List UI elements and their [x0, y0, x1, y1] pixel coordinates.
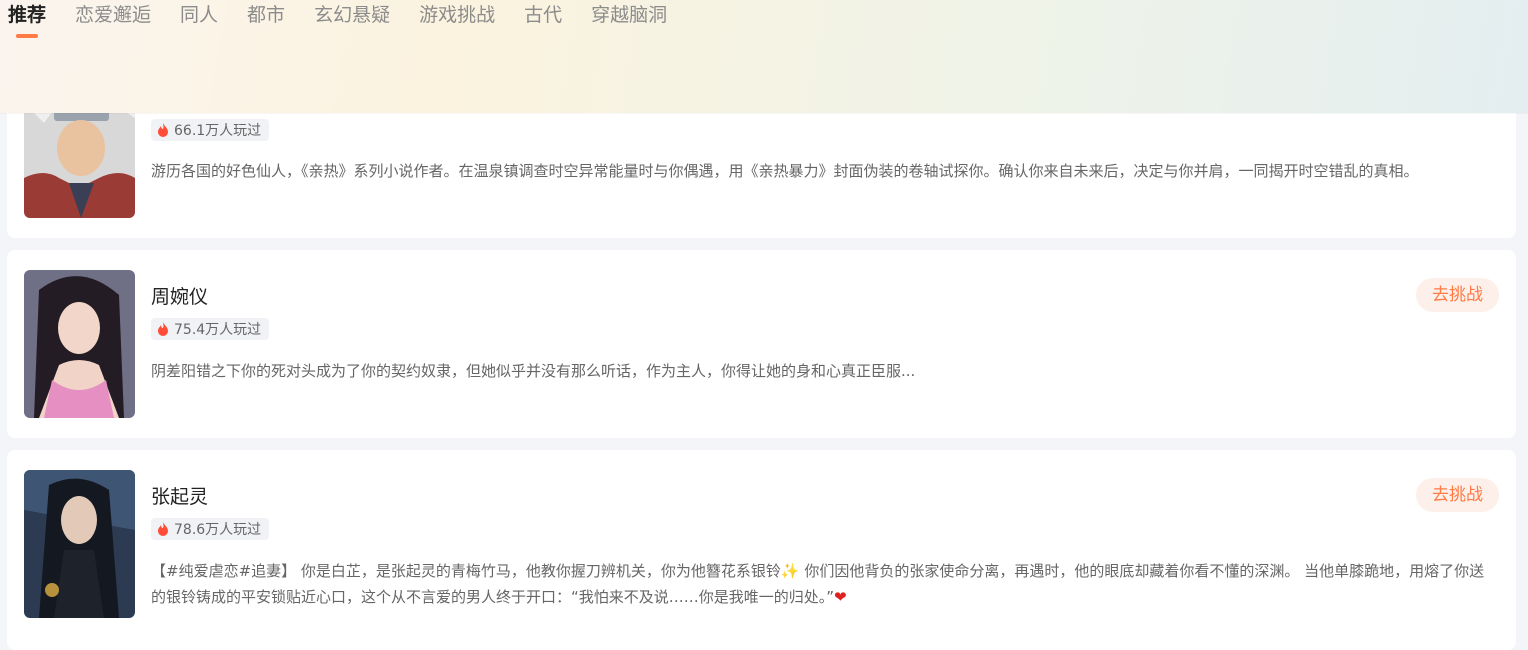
fire-icon	[158, 522, 168, 536]
category-header: 推荐 恋爱邂逅 同人 都市 玄幻悬疑 游戏挑战 古代 穿越脑洞	[0, 0, 1528, 113]
tab-4[interactable]: 玄幻悬疑	[314, 2, 390, 28]
tab-5[interactable]: 游戏挑战	[419, 2, 495, 28]
card-description: 游历各国的好色仙人，《亲热》系列小说作者。在温泉镇调查时空异常能量时与你偶遇，用…	[151, 162, 1419, 180]
heart-icon: ❤	[834, 588, 847, 606]
avatar[interactable]	[24, 470, 135, 618]
sparkle-icon: ✨	[780, 562, 800, 580]
character-name: 张起灵	[151, 486, 209, 508]
play-count: 78.6万人玩过	[151, 518, 270, 540]
description-part-1: 【#纯爱虐恋#追妻】 你是白芷，是张起灵的青梅竹马，他教你握刀辨机关，你为他簪花…	[151, 562, 781, 580]
play-count-text: 66.1万人玩过	[174, 123, 262, 139]
tab-6[interactable]: 古代	[524, 2, 562, 28]
tab-0[interactable]: 推荐	[8, 2, 47, 38]
tab-1[interactable]: 恋爱邂逅	[75, 2, 151, 28]
tab-label: 同人	[180, 4, 219, 26]
character-card-2[interactable]: 周婉仪 75.4万人玩过 阴差阳错之下你的死对头成为了你的契约奴隶，但她似乎并没…	[7, 250, 1516, 438]
active-tab-indicator	[16, 34, 38, 38]
play-count: 75.4万人玩过	[151, 318, 270, 340]
tab-label: 玄幻悬疑	[314, 4, 391, 26]
play-count: 66.1万人玩过	[151, 119, 270, 141]
category-tabs: 推荐 恋爱邂逅 同人 都市 玄幻悬疑 游戏挑战 古代 穿越脑洞	[8, 2, 696, 38]
tab-2[interactable]: 同人	[180, 2, 218, 28]
tab-label: 都市	[247, 4, 286, 26]
tab-label: 穿越脑洞	[591, 4, 668, 26]
card-description: 阴差阳错之下你的死对头成为了你的契约奴隶，但她似乎并没有那么听话，作为主人，你得…	[151, 362, 916, 380]
play-count-text: 78.6万人玩过	[174, 522, 262, 538]
tab-label: 游戏挑战	[419, 4, 496, 26]
tab-3[interactable]: 都市	[247, 2, 285, 28]
challenge-button[interactable]: 去挑战	[1416, 278, 1499, 312]
fire-icon	[158, 123, 168, 137]
avatar-image	[24, 470, 135, 618]
avatar[interactable]	[24, 270, 135, 418]
tab-label: 恋爱邂逅	[75, 4, 152, 26]
character-card-3[interactable]: 张起灵 78.6万人玩过 【#纯爱虐恋#追妻】 你是白芷，是张起灵的青梅竹马，他…	[7, 450, 1516, 650]
tab-7[interactable]: 穿越脑洞	[591, 2, 667, 28]
tab-label: 古代	[524, 4, 563, 26]
challenge-button[interactable]: 去挑战	[1416, 478, 1499, 512]
character-name: 周婉仪	[151, 286, 209, 308]
tab-label: 推荐	[8, 4, 47, 26]
fire-icon	[158, 322, 168, 336]
avatar-image	[24, 270, 135, 418]
card-description: 【#纯爱虐恋#追妻】 你是白芷，是张起灵的青梅竹马，他教你握刀辨机关，你为他簪花…	[151, 558, 1486, 610]
play-count-text: 75.4万人玩过	[174, 322, 262, 338]
